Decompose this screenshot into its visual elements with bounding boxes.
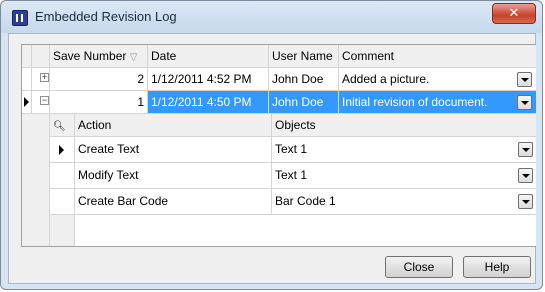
comment-text: Initial revision of document. (342, 95, 488, 109)
detail-row-selector[interactable] (50, 189, 75, 215)
cell-date[interactable]: 1/12/2011 4:50 PM (148, 91, 269, 114)
cell-save-number[interactable]: 2 (50, 68, 148, 91)
column-header-label: Comment (342, 49, 395, 63)
objects-dropdown-button[interactable] (518, 142, 533, 157)
comment-dropdown-button[interactable] (517, 72, 532, 87)
dialog-body: Save Number ▽ Date User Name Comment + 2… (8, 33, 536, 284)
window-title: Embedded Revision Log (35, 9, 177, 24)
objects-text: Text 1 (275, 168, 308, 182)
current-row-arrow-icon (59, 145, 64, 155)
cell-save-number[interactable]: 1 (50, 91, 148, 114)
row-selector[interactable] (22, 91, 32, 114)
objects-dropdown-button[interactable] (518, 168, 533, 183)
expander-header (32, 45, 50, 68)
cell-date[interactable]: 1/12/2011 4:52 PM (148, 68, 269, 91)
app-icon (12, 10, 28, 26)
close-icon: ✕ (508, 5, 520, 20)
column-header-label: User Name (272, 49, 333, 63)
cell-user-name[interactable]: John Doe (269, 91, 339, 114)
cell-comment[interactable]: Initial revision of document. (339, 91, 536, 114)
objects-text: Text 1 (275, 142, 308, 156)
detail-row-selector[interactable] (50, 163, 75, 189)
column-header-date[interactable]: Date (148, 45, 269, 68)
revision-grid[interactable]: Save Number ▽ Date User Name Comment + 2… (21, 44, 536, 247)
cell-action[interactable]: Create Bar Code (75, 189, 272, 215)
cell-objects[interactable]: Text 1 (272, 163, 536, 189)
column-header-label: Objects (275, 118, 316, 132)
cell-action[interactable]: Create Text (75, 137, 272, 163)
detail-indent (22, 114, 50, 246)
expander-cell[interactable]: − (32, 91, 50, 114)
cell-comment[interactable]: Added a picture. (339, 68, 536, 91)
objects-dropdown-button[interactable] (518, 194, 533, 209)
row-header-corner (22, 45, 32, 68)
title-bar[interactable]: Embedded Revision Log ✕ (1, 1, 542, 33)
cell-user-name[interactable]: John Doe (269, 68, 339, 91)
search-icon[interactable]: 🔍︎ (53, 121, 66, 132)
column-header-label: Save Number (53, 49, 127, 63)
column-header-objects[interactable]: Objects (272, 114, 536, 137)
column-header-comment[interactable]: Comment (339, 45, 536, 68)
collapse-icon[interactable]: − (40, 96, 49, 105)
filter-icon[interactable]: ▽ (130, 52, 138, 63)
column-header-save-number[interactable]: Save Number ▽ (50, 45, 148, 68)
comment-text: Added a picture. (342, 72, 430, 86)
cell-objects[interactable]: Text 1 (272, 137, 536, 163)
detail-row-selector[interactable] (50, 137, 75, 163)
column-header-action[interactable]: Action (75, 114, 272, 137)
cell-action[interactable]: Modify Text (75, 163, 272, 189)
detail-corner[interactable]: 🔍︎ (50, 114, 75, 137)
current-row-arrow-icon (24, 97, 29, 107)
window-close-button[interactable]: ✕ (492, 3, 536, 24)
column-header-label: Date (151, 49, 177, 63)
expander-cell[interactable]: + (32, 68, 50, 91)
cell-objects[interactable]: Bar Code 1 (272, 189, 536, 215)
close-button[interactable]: Close (385, 256, 453, 278)
comment-dropdown-button[interactable] (517, 95, 532, 110)
row-selector[interactable] (22, 68, 32, 91)
expand-icon[interactable]: + (40, 73, 49, 82)
column-header-user-name[interactable]: User Name (269, 45, 339, 68)
column-header-label: Action (78, 118, 112, 132)
objects-text: Bar Code 1 (275, 194, 336, 208)
help-button[interactable]: Help (463, 256, 531, 278)
detail-empty-indent (50, 215, 75, 246)
dialog-window: Embedded Revision Log ✕ Save Number ▽ Da… (0, 0, 543, 290)
